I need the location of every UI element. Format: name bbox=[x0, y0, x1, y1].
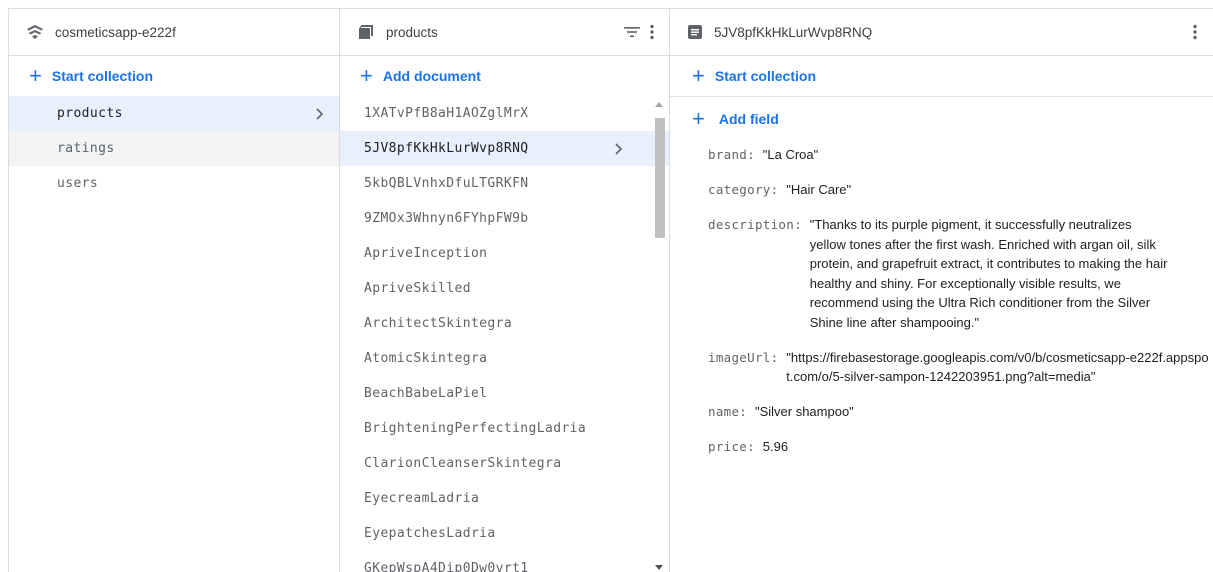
start-subcollection-button[interactable]: + Start collection bbox=[670, 56, 1213, 97]
field-key: category: bbox=[708, 182, 787, 197]
root-panel-header: cosmeticsapp-e222f bbox=[9, 9, 339, 56]
document-id: 5kbQBLVnhxDfuLTGRKFN bbox=[364, 176, 529, 191]
document-id: BrighteningPerfectingLadria bbox=[364, 421, 587, 436]
plus-icon: + bbox=[360, 63, 373, 88]
field-row-category[interactable]: category: "Hair Care" bbox=[708, 180, 1213, 200]
document-title: 5JV8pfKkHkLurWvp8RNQ bbox=[714, 24, 873, 40]
start-collection-label: Start collection bbox=[714, 68, 816, 84]
document-item[interactable]: ArchitectSkintegra bbox=[340, 306, 670, 341]
plus-icon: + bbox=[692, 63, 705, 88]
document-list-scrollbar[interactable] bbox=[653, 96, 666, 572]
collection-label: products bbox=[57, 106, 123, 121]
document-id: ApriveSkilled bbox=[364, 281, 471, 296]
field-value: "https://firebasestorage.googleapis.com/… bbox=[786, 349, 1209, 385]
add-field-label: Add field bbox=[718, 111, 779, 127]
collection-title: products bbox=[386, 24, 438, 40]
document-id: ApriveInception bbox=[364, 246, 488, 261]
add-document-button[interactable]: + Add document bbox=[340, 56, 670, 96]
document-id: 9ZMOx3Whnyn6FYhpFW9b bbox=[364, 211, 529, 226]
collection-item-products[interactable]: products bbox=[9, 96, 339, 131]
collection-label: ratings bbox=[57, 141, 115, 156]
start-collection-label: Start collection bbox=[51, 68, 153, 84]
add-document-label: Add document bbox=[382, 68, 481, 84]
scroll-up-arrow-icon[interactable] bbox=[655, 102, 663, 107]
field-value: 5.96 bbox=[762, 439, 789, 454]
firestore-root-icon bbox=[27, 25, 43, 39]
field-row-brand[interactable]: brand: "La Croa" bbox=[708, 145, 1213, 165]
document-id: ClarionCleanserSkintegra bbox=[364, 456, 562, 471]
field-value: "Hair Care" bbox=[786, 182, 852, 197]
document-item[interactable]: 9ZMOx3Whnyn6FYhpFW9b bbox=[340, 201, 670, 236]
document-item[interactable]: EyecreamLadria bbox=[340, 481, 670, 516]
collection-icon bbox=[358, 24, 374, 40]
scroll-down-arrow-icon[interactable] bbox=[655, 565, 663, 570]
project-title: cosmeticsapp-e222f bbox=[55, 24, 176, 40]
plus-icon: + bbox=[29, 63, 42, 88]
document-item[interactable]: 5kbQBLVnhxDfuLTGRKFN bbox=[340, 166, 670, 201]
field-row-price[interactable]: price: 5.96 bbox=[708, 437, 1213, 457]
more-vert-icon[interactable] bbox=[650, 24, 654, 40]
field-value: "Silver shampoo" bbox=[754, 404, 854, 419]
document-panel-header: 5JV8pfKkHkLurWvp8RNQ bbox=[670, 9, 1213, 56]
collection-panel-header: products bbox=[340, 9, 670, 56]
field-key: price: bbox=[708, 439, 763, 454]
field-value: "La Croa" bbox=[762, 147, 819, 162]
document-item-selected[interactable]: 5JV8pfKkHkLurWvp8RNQ bbox=[340, 131, 670, 166]
document-item[interactable]: 1XATvPfB8aH1AOZglMrX bbox=[340, 96, 670, 131]
document-item[interactable]: EyepatchesLadria bbox=[340, 516, 670, 551]
field-key: name: bbox=[708, 404, 755, 419]
field-list: brand: "La Croa" category: "Hair Care" d… bbox=[670, 139, 1213, 457]
document-item[interactable]: BeachBabeLaPiel bbox=[340, 376, 670, 411]
document-id: ArchitectSkintegra bbox=[364, 316, 513, 331]
firestore-data-viewer: cosmeticsapp-e222f + Start collection pr… bbox=[8, 8, 1213, 572]
document-id: GKepWspA4Dip0Dw0vrt1 bbox=[364, 561, 529, 572]
chevron-right-icon bbox=[311, 106, 327, 126]
field-value: "Thanks to its purple pigment, it succes… bbox=[809, 217, 1168, 330]
scrollbar-thumb[interactable] bbox=[655, 118, 665, 238]
document-id: 5JV8pfKkHkLurWvp8RNQ bbox=[364, 141, 529, 156]
field-row-name[interactable]: name: "Silver shampoo" bbox=[708, 402, 1213, 422]
collection-item-ratings[interactable]: ratings bbox=[9, 131, 339, 166]
filter-icon[interactable] bbox=[624, 26, 640, 38]
document-id: 1XATvPfB8aH1AOZglMrX bbox=[364, 106, 529, 121]
document-id: EyecreamLadria bbox=[364, 491, 480, 506]
field-key: brand: bbox=[708, 147, 763, 162]
document-list: 1XATvPfB8aH1AOZglMrX 5JV8pfKkHkLurWvp8RN… bbox=[340, 96, 670, 572]
field-key: description: bbox=[708, 217, 810, 232]
collection-item-users[interactable]: users bbox=[9, 166, 339, 201]
collection-label: users bbox=[57, 176, 99, 191]
add-field-button[interactable]: + Add field bbox=[670, 99, 1213, 139]
document-item[interactable]: GKepWspA4Dip0Dw0vrt1 bbox=[340, 551, 670, 572]
chevron-right-icon bbox=[610, 141, 626, 161]
field-row-description[interactable]: description: "Thanks to its purple pigme… bbox=[708, 215, 1213, 332]
field-key: imageUrl: bbox=[708, 349, 787, 365]
document-item[interactable]: ApriveSkilled bbox=[340, 271, 670, 306]
document-id: EyepatchesLadria bbox=[364, 526, 496, 541]
document-panel: 5JV8pfKkHkLurWvp8RNQ + Start collection … bbox=[669, 9, 1213, 572]
document-id: AtomicSkintegra bbox=[364, 351, 488, 366]
more-vert-icon[interactable] bbox=[1193, 24, 1197, 40]
document-item[interactable]: ApriveInception bbox=[340, 236, 670, 271]
field-row-imageUrl[interactable]: imageUrl: "https://firebasestorage.googl… bbox=[708, 348, 1213, 387]
document-icon bbox=[688, 25, 702, 39]
root-panel: cosmeticsapp-e222f + Start collection pr… bbox=[9, 9, 339, 572]
document-id: BeachBabeLaPiel bbox=[364, 386, 488, 401]
document-item[interactable]: AtomicSkintegra bbox=[340, 341, 670, 376]
start-collection-button[interactable]: + Start collection bbox=[9, 56, 339, 96]
document-item[interactable]: BrighteningPerfectingLadria bbox=[340, 411, 670, 446]
collection-panel: products + Add document 1XATvPfB8aH1AOZg… bbox=[339, 9, 670, 572]
plus-icon: + bbox=[692, 106, 705, 131]
document-item[interactable]: ClarionCleanserSkintegra bbox=[340, 446, 670, 481]
